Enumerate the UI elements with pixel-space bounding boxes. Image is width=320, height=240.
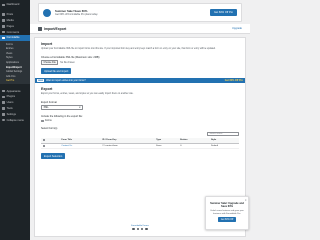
chosen-file-name: No file chosen xyxy=(60,61,75,64)
chevron-down-icon: ▾ xyxy=(79,106,81,110)
export-format-label: Export Format xyxy=(41,100,57,104)
sidebar-item-collapse[interactable]: Collapse menu xyxy=(0,117,30,123)
upgrade-link[interactable]: Upgrade xyxy=(232,27,242,30)
import-description: Upload your Formidable XML file to impor… xyxy=(41,47,216,50)
import-section: Import Upload your Formidable XML file t… xyxy=(35,38,245,75)
facebook-icon[interactable] xyxy=(132,228,135,231)
form-key-cell: 2 / contact-form xyxy=(100,143,155,150)
table-row: Contact Us 2 / contact-form Form 0 Defau… xyxy=(41,143,239,150)
plugin-icon xyxy=(2,95,5,99)
upgrade-popup: × Summer Sale! Upgrade and Save 60% Unlo… xyxy=(205,196,249,230)
close-icon[interactable]: × xyxy=(245,198,247,202)
settings-icon xyxy=(2,112,5,116)
sidebar-item-label: Posts xyxy=(6,13,14,17)
checkbox-icon xyxy=(41,119,44,123)
forms-table: Form Title ID / Form Key Type Entries St… xyxy=(41,137,239,150)
new-badge: NEW xyxy=(37,79,45,82)
sidebar-item-label: Appearance xyxy=(6,89,21,93)
sidebar-item-label: Comments xyxy=(6,30,20,34)
notice-text: Want to import entries into your forms? xyxy=(46,79,86,82)
popup-button[interactable]: Get 60% Off xyxy=(217,217,237,222)
import-entries-notice: NEW Want to import entries into your for… xyxy=(35,78,245,84)
export-title: Export xyxy=(41,87,53,92)
social-links xyxy=(110,228,170,231)
sidebar-item-label: Settings xyxy=(6,112,16,116)
youtube-icon[interactable] xyxy=(141,228,144,231)
main-content: Summer Sale! Save 60% Get 60% off Formid… xyxy=(30,0,250,240)
sidebar-submenu: Forms Entries Views Styles Applications … xyxy=(0,40,30,85)
form-style-cell: Default xyxy=(209,143,239,150)
form-entries-cell: 0 xyxy=(178,143,210,150)
sidebar-item-label: Dashboard xyxy=(6,3,20,7)
export-description: Export your forms, entries, views, and s… xyxy=(41,92,134,95)
export-format-select[interactable]: XML ▾ xyxy=(41,105,83,111)
formidable-icon xyxy=(2,36,5,40)
users-icon xyxy=(2,101,5,104)
linkedin-icon[interactable] xyxy=(145,228,148,231)
submenu-item-get-pro[interactable]: Get Pro xyxy=(0,79,30,84)
checkbox-label: Forms xyxy=(45,119,52,122)
search-forms-input[interactable]: Search forms xyxy=(207,131,239,137)
sidebar-bottom-menu: Appearance Plugins Users Tools Settings … xyxy=(0,88,30,123)
search-placeholder: Search forms xyxy=(209,133,223,136)
row-checkbox[interactable] xyxy=(42,144,45,148)
collapse-icon xyxy=(2,118,5,122)
footer-link[interactable]: Formidable Forms xyxy=(110,225,170,227)
page-title: Import/Export xyxy=(44,26,67,31)
page-icon xyxy=(2,24,5,28)
form-title-link[interactable]: Contact Us xyxy=(61,145,72,147)
formidable-logo-icon xyxy=(43,8,51,17)
page-header: Import/Export Upgrade xyxy=(30,24,250,34)
upload-import-button[interactable]: Upload file and import xyxy=(41,68,72,75)
promo-subtitle: Get 60% off Formidable Pro plans today. xyxy=(55,12,98,16)
page-footer: Formidable Forms xyxy=(110,225,170,231)
sidebar-item-label: Tools xyxy=(6,106,13,110)
sidebar-item-label: Users xyxy=(6,101,14,105)
sidebar-item-label: Formidable xyxy=(6,36,20,40)
wrench-icon xyxy=(2,107,5,110)
sidebar-top-menu: Dashboard Posts Media Pages Comments For… xyxy=(0,0,30,41)
file-row: Choose File No file chosen xyxy=(41,60,239,66)
admin-sidebar: Dashboard Posts Media Pages Comments For… xyxy=(0,0,30,240)
promo-button[interactable]: Get 60% Off Pro xyxy=(210,9,237,16)
brush-icon xyxy=(2,89,5,93)
choose-file-button[interactable]: Choose File xyxy=(41,60,59,66)
notice-link[interactable]: Get 60% Off Pro xyxy=(225,79,243,82)
media-icon xyxy=(2,19,5,22)
table-toolbar: Search forms xyxy=(41,131,239,137)
import-title: Import xyxy=(41,42,53,46)
sidebar-item-label: Collapse menu xyxy=(6,118,24,122)
promo-banner: Summer Sale! Save 60% Get 60% off Formid… xyxy=(38,3,242,22)
select-value: XML xyxy=(43,106,49,110)
sidebar-item-label: Plugins xyxy=(6,95,16,99)
pin-icon xyxy=(2,13,5,16)
popup-title: Summer Sale! Upgrade and Save 60% xyxy=(210,202,244,209)
form-type-cell: Form xyxy=(154,143,179,150)
include-label: Include the following in the export file… xyxy=(41,115,83,119)
sidebar-item-label: Pages xyxy=(6,24,14,28)
sidebar-item-label: Media xyxy=(6,18,14,22)
popup-subtitle: Unlock more features and grow your busin… xyxy=(210,209,244,215)
include-forms-checkbox[interactable]: Forms xyxy=(41,119,239,123)
import-export-icon xyxy=(38,26,42,31)
export-section: Export Export your forms, entries, views… xyxy=(35,87,245,160)
comment-icon xyxy=(2,30,5,34)
form-title-cell: Contact Us xyxy=(59,143,101,150)
row-checkbox-cell xyxy=(41,143,60,150)
select-all-checkbox[interactable] xyxy=(42,138,45,142)
export-selection-button[interactable]: Export Selection xyxy=(41,153,66,160)
promo-text: Summer Sale! Save 60% Get 60% off Formid… xyxy=(55,9,210,17)
file-label: Choose a Formidable XML file (Maximum si… xyxy=(41,55,100,59)
select-forms-label: Select Form(s) xyxy=(41,127,58,131)
dashboard-icon xyxy=(2,3,5,7)
twitter-icon[interactable] xyxy=(136,228,139,231)
